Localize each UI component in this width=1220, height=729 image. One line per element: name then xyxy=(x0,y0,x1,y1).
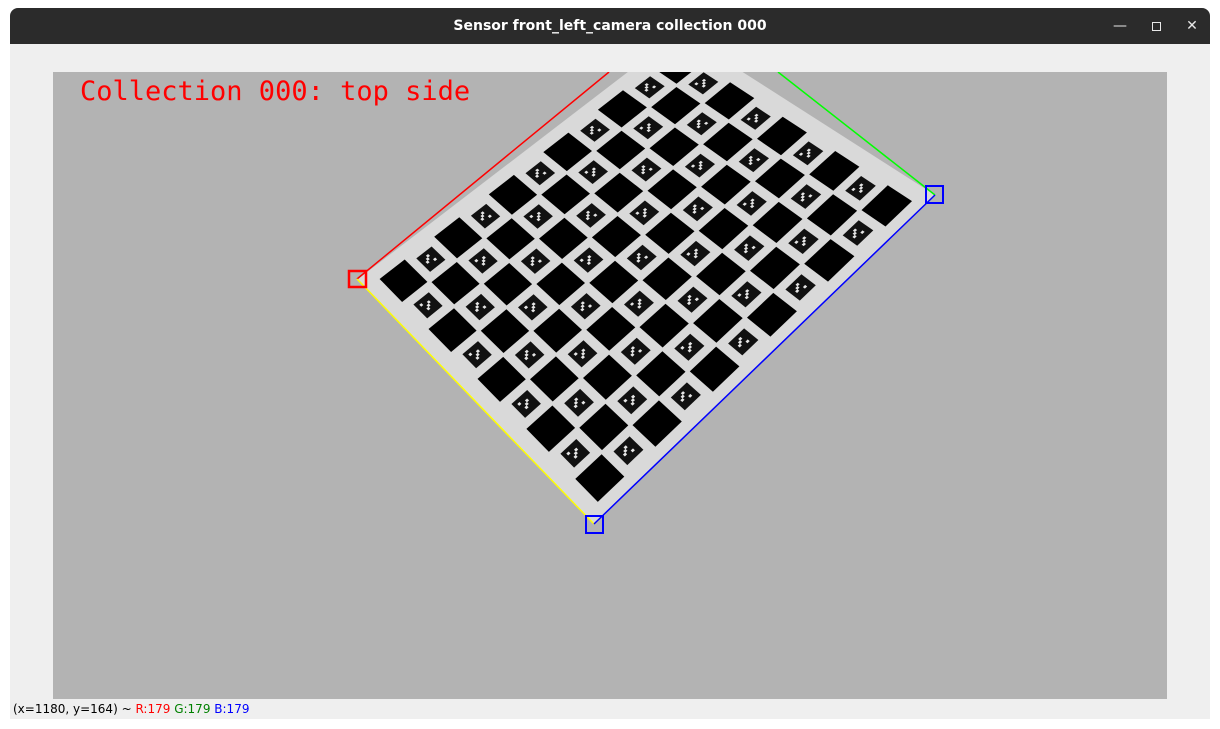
pixel-b-value: B:179 xyxy=(214,702,250,716)
status-bar: (x=1180, y=164) ~ R:179 G:179 B:179 xyxy=(13,701,249,717)
collection-overlay-text: Collection 000: top side xyxy=(80,76,470,107)
pixel-g-value: G:179 xyxy=(174,702,211,716)
maximize-button[interactable] xyxy=(1144,14,1168,38)
minimize-button[interactable]: — xyxy=(1108,14,1132,38)
camera-image: Collection 000: top side xyxy=(80,72,944,534)
minimize-icon: — xyxy=(1113,18,1127,34)
calibration-board xyxy=(358,72,935,524)
title-bar[interactable]: Sensor front_left_camera collection 000 … xyxy=(10,8,1210,44)
close-icon: ✕ xyxy=(1186,18,1198,34)
pixel-r-value: R:179 xyxy=(135,702,171,716)
maximize-icon xyxy=(1151,21,1161,31)
close-button[interactable]: ✕ xyxy=(1180,14,1204,38)
window-title: Sensor front_left_camera collection 000 xyxy=(453,18,767,34)
app-window: Sensor front_left_camera collection 000 … xyxy=(10,8,1210,719)
cursor-coords: (x=1180, y=164) ~ xyxy=(13,702,132,716)
image-canvas[interactable]: Collection 000: top side xyxy=(53,72,1167,699)
